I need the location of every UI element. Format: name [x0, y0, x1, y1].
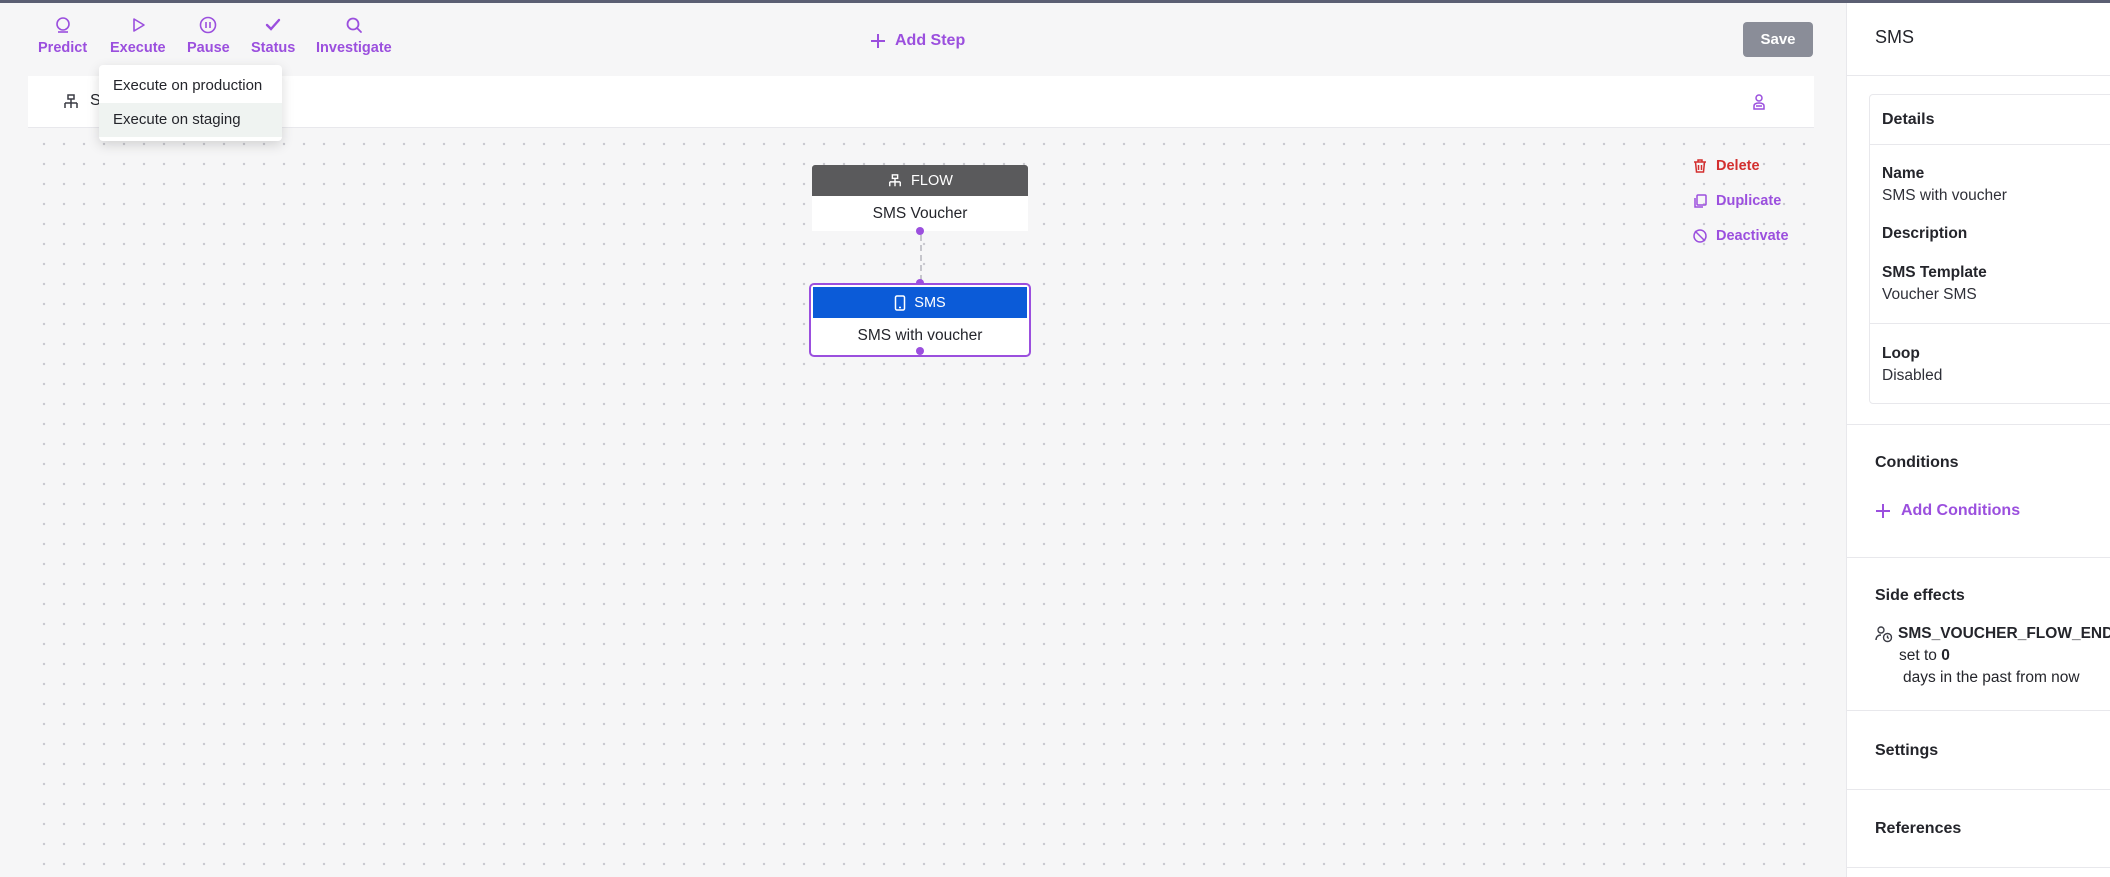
predict-icon — [55, 17, 70, 33]
sms-node-type: SMS — [914, 294, 946, 311]
sms-output-handle[interactable] — [916, 347, 924, 355]
add-step-button[interactable]: Add Step — [869, 32, 965, 50]
plus-icon — [871, 34, 885, 48]
delete-button[interactable]: Delete — [1692, 148, 1789, 183]
pause-button[interactable]: Pause — [187, 15, 230, 56]
delete-label: Delete — [1716, 157, 1760, 174]
side-effect-name[interactable]: SMS_VOUCHER_FLOW_END — [1898, 625, 2110, 643]
phone-icon — [895, 294, 906, 311]
execute-button[interactable]: Execute — [110, 15, 166, 56]
loop-label: Loop — [1882, 345, 1920, 362]
sms-node-header: SMS — [813, 287, 1027, 318]
settings-heading[interactable]: Settings — [1875, 742, 1938, 760]
side-effect-set-value: 0 — [1941, 647, 1950, 664]
flow-icon — [889, 173, 901, 186]
person-icon[interactable] — [1750, 93, 1768, 111]
divider — [1847, 75, 2110, 76]
status-label: Status — [251, 40, 296, 56]
duplicate-button[interactable]: Duplicate — [1692, 183, 1789, 218]
duplicate-label: Duplicate — [1716, 192, 1782, 209]
save-button[interactable]: Save — [1743, 22, 1813, 57]
side-effect-suffix: days in the past from now — [1903, 669, 2080, 686]
deactivate-icon — [1693, 228, 1707, 243]
divider — [1847, 789, 2110, 790]
predict-label: Predict — [38, 40, 88, 56]
side-effects-heading: Side effects — [1875, 587, 1965, 604]
divider — [1847, 557, 2110, 558]
plus-icon — [1876, 504, 1890, 518]
canvas-header: S — [28, 76, 1814, 128]
side-effect-set-line: set to 0 — [1899, 647, 1950, 665]
details-card: Details Name SMS with voucher Descriptio… — [1869, 94, 2110, 404]
trash-icon — [1694, 158, 1706, 173]
flow-node[interactable]: FLOW SMS Voucher — [812, 165, 1028, 231]
flow-node-label: SMS Voucher — [872, 204, 968, 222]
copy-icon — [1694, 193, 1707, 208]
node-actions: Delete Duplicate Deactivate — [1692, 148, 1789, 253]
execute-label: Execute — [110, 40, 166, 56]
details-heading: Details — [1870, 95, 2110, 145]
name-value: SMS with voucher — [1882, 187, 2007, 204]
template-value: Voucher SMS — [1882, 286, 1977, 303]
references-heading[interactable]: References — [1875, 820, 1961, 838]
add-conditions-label: Add Conditions — [1901, 502, 2021, 519]
add-conditions-button[interactable]: Add Conditions — [1875, 502, 2020, 520]
pause-label: Pause — [187, 40, 230, 56]
conditions-heading: Conditions — [1875, 454, 1959, 471]
investigate-button[interactable]: Investigate — [316, 15, 392, 56]
flow-node-header: FLOW — [812, 165, 1028, 196]
divider — [1847, 710, 2110, 711]
predict-button[interactable]: Predict — [38, 15, 87, 56]
investigate-label: Investigate — [316, 40, 392, 56]
template-label: SMS Template — [1882, 264, 1987, 281]
flow-node-type: FLOW — [911, 172, 953, 189]
execute-dropdown: Execute on production Execute on staging — [99, 65, 282, 141]
execute-production-option[interactable]: Execute on production — [99, 69, 282, 103]
top-toolbar: Predict Execute Pause Status Investigate… — [0, 3, 1846, 73]
status-button[interactable]: Status — [251, 15, 295, 56]
divider — [1870, 323, 2110, 324]
panel-title: SMS — [1875, 27, 1915, 47]
execute-staging-option[interactable]: Execute on staging — [99, 103, 282, 137]
search-icon — [346, 17, 362, 33]
properties-panel: SMS Details Name SMS with voucher Descri… — [1846, 3, 2110, 877]
divider — [1847, 424, 2110, 425]
check-icon — [265, 18, 281, 31]
deactivate-label: Deactivate — [1716, 227, 1789, 244]
divider — [1847, 867, 2110, 868]
user-clock-icon — [1875, 626, 1893, 643]
loop-value: Disabled — [1882, 367, 1943, 384]
flow-icon — [64, 94, 78, 108]
pause-icon — [200, 16, 217, 34]
sms-node[interactable]: SMS SMS with voucher — [809, 283, 1031, 357]
flow-output-handle[interactable] — [916, 227, 924, 235]
edge-connector — [920, 235, 922, 281]
deactivate-button[interactable]: Deactivate — [1692, 218, 1789, 253]
side-effect-set-prefix: set to — [1899, 647, 1937, 664]
name-label: Name — [1882, 165, 1925, 182]
play-icon — [133, 18, 145, 32]
description-label: Description — [1882, 225, 1968, 242]
add-step-label: Add Step — [895, 32, 966, 49]
